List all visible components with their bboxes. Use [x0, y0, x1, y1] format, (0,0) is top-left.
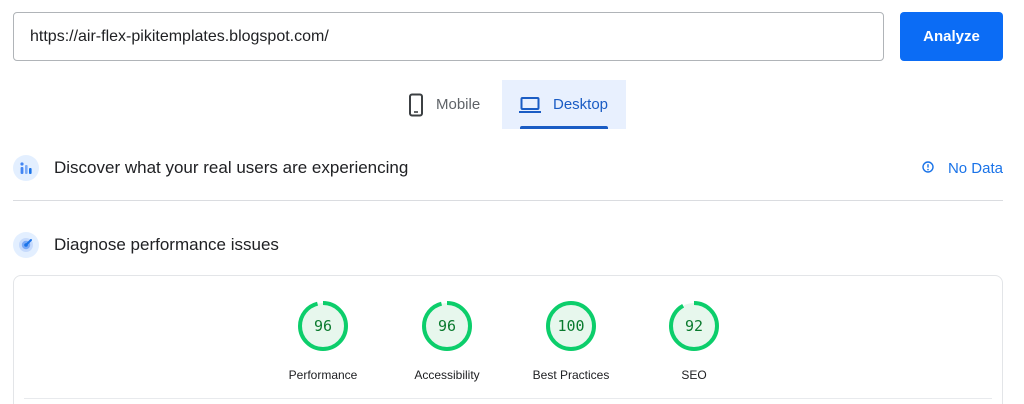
scores-card: 96 Performance 96 Accessibility 100 Best… [13, 275, 1003, 404]
field-data-header: Discover what your real users are experi… [13, 155, 1003, 181]
score-label: Best Practices [532, 368, 610, 382]
lab-data-header: Diagnose performance issues [13, 232, 1003, 258]
tab-desktop[interactable]: Desktop [502, 80, 626, 129]
no-data-status[interactable]: No Data [922, 160, 1003, 177]
score-gauge-accessibility[interactable]: 96 Accessibility [397, 300, 497, 382]
tab-mobile-label: Mobile [436, 96, 481, 113]
device-tabs: Mobile Desktop [396, 80, 626, 129]
section-divider [13, 200, 1003, 201]
gauge-ring: 96 [421, 300, 473, 352]
phone-icon [408, 93, 424, 117]
gauge-ring: 96 [297, 300, 349, 352]
score-gauge-performance[interactable]: 96 Performance [273, 300, 373, 382]
score-value: 96 [313, 317, 333, 335]
score-label: SEO [681, 368, 707, 382]
laptop-icon [519, 96, 541, 114]
gauge-ring: 92 [668, 300, 720, 352]
info-icon [922, 160, 934, 177]
score-value: 96 [437, 317, 457, 335]
score-gauge-best-practices[interactable]: 100 Best Practices [521, 300, 621, 382]
tab-desktop-label: Desktop [553, 96, 609, 113]
score-gauge-seo[interactable]: 92 SEO [644, 300, 744, 382]
users-chart-icon [13, 155, 39, 181]
score-label: Performance [288, 368, 358, 382]
tab-mobile[interactable]: Mobile [396, 80, 502, 129]
lighthouse-icon [13, 232, 39, 258]
no-data-label: No Data [947, 159, 1003, 177]
analyze-button[interactable]: Analyze [900, 12, 1003, 61]
score-value: 92 [684, 317, 704, 335]
card-divider [24, 398, 992, 399]
url-input[interactable] [13, 12, 884, 61]
field-data-title: Discover what your real users are experi… [54, 158, 409, 177]
gauge-ring: 100 [545, 300, 597, 352]
lab-data-title: Diagnose performance issues [54, 235, 279, 254]
score-label: Accessibility [414, 368, 480, 382]
score-value: 100 [557, 317, 585, 335]
